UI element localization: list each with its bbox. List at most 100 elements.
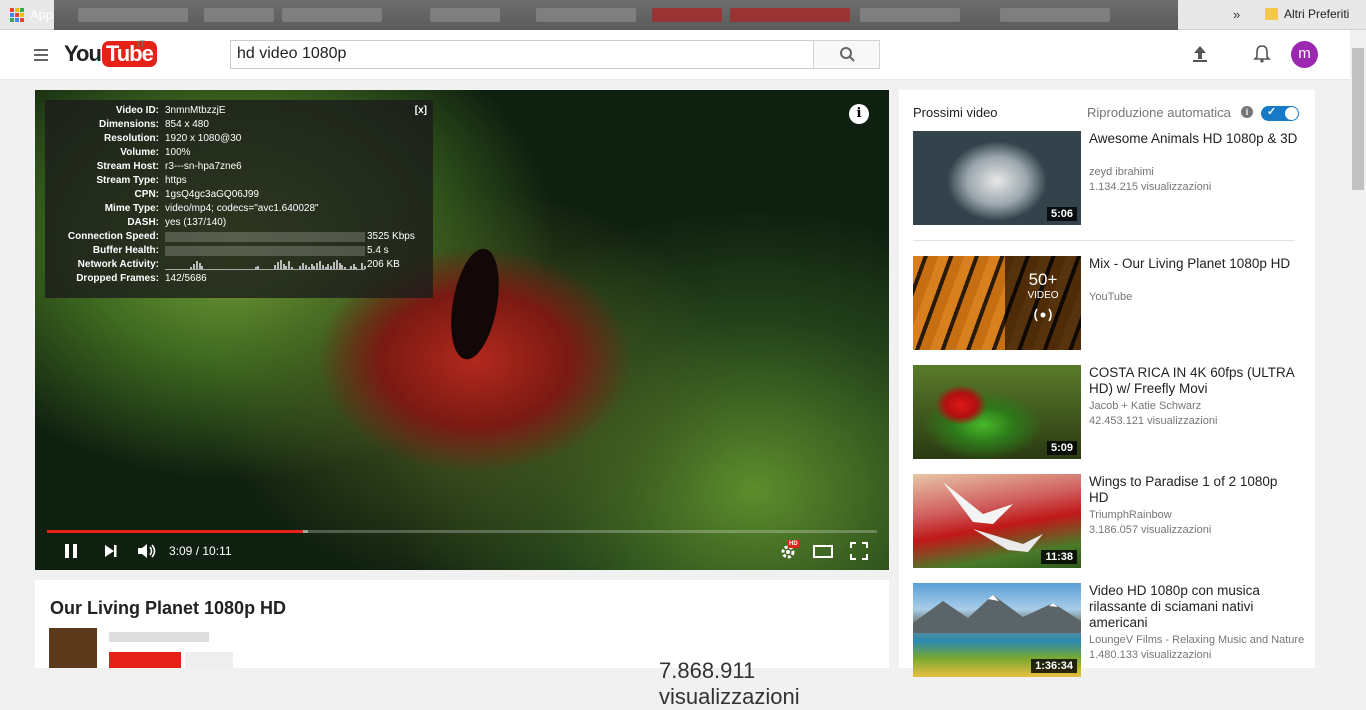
- related-video[interactable]: 5:06 Awesome Animals HD 1080p & 3D zeyd …: [913, 131, 1303, 225]
- search-icon: [840, 47, 855, 62]
- related-title[interactable]: Video HD 1080p con musica rilassante di …: [1089, 583, 1299, 631]
- mix-label: VIDEO: [1027, 290, 1059, 301]
- bookmark-item[interactable]: [730, 8, 850, 22]
- view-count: 7.868.911 visualizzazioni: [659, 658, 800, 709]
- network-activity-value: 206 KB: [367, 259, 400, 270]
- account-avatar[interactable]: m: [1291, 41, 1318, 68]
- upload-icon[interactable]: [1190, 44, 1210, 64]
- bookmark-item[interactable]: [536, 8, 636, 22]
- stat-row: Resolution: 1920 x 1080@30: [45, 132, 433, 146]
- stat-connection-speed: Connection Speed: 3525 Kbps: [67, 231, 415, 242]
- autoplay-toggle[interactable]: ✓: [1261, 106, 1299, 121]
- activity-bar: [313, 266, 316, 269]
- channel-avatar[interactable]: [49, 628, 97, 668]
- info-icon[interactable]: i: [849, 104, 869, 124]
- stat-key: Mime Type:: [104, 203, 159, 214]
- duration-badge: 11:38: [1041, 550, 1077, 564]
- autoplay-label: Riproduzione automatica: [1087, 105, 1231, 120]
- bookmarks-overflow-icon[interactable]: »: [1233, 7, 1240, 22]
- logo-you: You: [64, 41, 102, 66]
- search-button[interactable]: [813, 40, 880, 69]
- subscribe-button[interactable]: [109, 652, 181, 668]
- stat-key: Stream Type:: [96, 175, 159, 186]
- related-channel: TriumphRainbow: [1089, 509, 1172, 521]
- search-input[interactable]: hd video 1080p: [230, 40, 814, 69]
- bookmark-item[interactable]: [204, 8, 274, 22]
- channel-name-blurred[interactable]: [109, 632, 209, 642]
- bookmark-item[interactable]: [430, 8, 500, 22]
- connection-speed-bar: [165, 232, 365, 242]
- related-title[interactable]: Mix - Our Living Planet 1080p HD: [1089, 256, 1299, 272]
- video-thumbnail[interactable]: 50+ VIDEO: [913, 256, 1081, 350]
- other-bookmarks[interactable]: Altri Preferiti: [1265, 7, 1349, 21]
- activity-bar: [361, 263, 363, 269]
- video-player[interactable]: [x] Video ID: 3nmnMtbzzjE Dimensions: 854 x…: [35, 90, 889, 570]
- activity-bar: [279, 260, 282, 269]
- activity-bar: [201, 266, 204, 269]
- activity-bar: [274, 265, 277, 269]
- country-code: IT: [137, 39, 145, 49]
- activity-bar: [341, 265, 344, 269]
- buffer-health-bar: [165, 246, 365, 256]
- related-views: 42.453.121 visualizzazioni: [1089, 415, 1218, 427]
- related-video[interactable]: 5:09 COSTA RICA IN 4K 60fps (ULTRA HD) w…: [913, 365, 1303, 459]
- stat-key: Stream Host:: [96, 161, 159, 172]
- video-thumbnail[interactable]: 1:36:34: [913, 583, 1081, 677]
- activity-bar: [319, 261, 321, 269]
- mix-count: 50+: [1028, 270, 1058, 289]
- stat-row: Mime Type: video/mp4; codecs="avc1.640028…: [45, 202, 433, 216]
- time-display: 3:09 / 10:11: [169, 544, 232, 558]
- stat-row: CPN: 1gsQ4gc3aGQ06J99: [45, 188, 433, 202]
- scrollbar-thumb[interactable]: [1352, 48, 1364, 190]
- related-video[interactable]: 1:36:34 Video HD 1080p con musica rilass…: [913, 583, 1304, 677]
- dropped-frames-value: 142/5686: [165, 273, 207, 284]
- activity-bar: [277, 262, 279, 269]
- autoplay-info-icon[interactable]: i: [1241, 106, 1253, 118]
- bookmark-item[interactable]: [1000, 8, 1110, 22]
- stat-buffer-health: Buffer Health: 5.4 s: [92, 245, 389, 256]
- activity-bar: [338, 263, 341, 269]
- related-sidebar: Prossimi video Riproduzione automatica i…: [899, 90, 1315, 677]
- related-channel: zeyd ibrahimi: [1089, 166, 1154, 178]
- notifications-bell-icon[interactable]: [1252, 44, 1272, 64]
- mix-radio-icon: [1034, 308, 1052, 322]
- next-icon[interactable]: [103, 542, 119, 560]
- related-mix[interactable]: 50+ VIDEO Mix - Our Living Planet 1080p …: [913, 256, 1303, 350]
- hd-badge: HD: [788, 540, 799, 548]
- bookmark-item[interactable]: [652, 8, 722, 22]
- progress-bar[interactable]: [47, 530, 877, 533]
- pause-icon[interactable]: [63, 542, 79, 560]
- activity-bar: [282, 264, 285, 269]
- settings-button[interactable]: HD: [779, 540, 799, 565]
- related-video[interactable]: 11:38 Wings to Paradise 1 of 2 1080p HD …: [913, 474, 1303, 568]
- stat-row: Stream Type: https: [45, 174, 433, 188]
- related-title[interactable]: Wings to Paradise 1 of 2 1080p HD: [1089, 474, 1299, 506]
- activity-bar: [285, 266, 288, 269]
- video-thumbnail[interactable]: 5:06: [913, 131, 1081, 225]
- video-thumbnail[interactable]: 5:09: [913, 365, 1081, 459]
- stats-close-button[interactable]: [x]: [415, 105, 427, 116]
- blurred-bookmarks: [54, 0, 1178, 30]
- activity-bar: [302, 263, 305, 269]
- bookmark-item[interactable]: [860, 8, 960, 22]
- stat-value: 3nmnMtbzzjE: [165, 105, 226, 116]
- bookmark-item[interactable]: [78, 8, 188, 22]
- activity-bar: [257, 266, 260, 269]
- activity-bar: [333, 262, 335, 269]
- activity-bar: [324, 267, 327, 269]
- related-title[interactable]: Awesome Animals HD 1080p & 3D: [1089, 131, 1299, 147]
- activity-bar: [321, 265, 324, 269]
- volume-icon[interactable]: [136, 542, 158, 560]
- activity-bar: [363, 266, 366, 269]
- theater-mode-icon[interactable]: [813, 542, 833, 560]
- related-title[interactable]: COSTA RICA IN 4K 60fps (ULTRA HD) w/ Fre…: [1089, 365, 1299, 397]
- duration-badge: 1:36:34: [1031, 659, 1077, 673]
- activity-bar: [193, 264, 195, 269]
- fullscreen-icon[interactable]: [850, 542, 868, 560]
- activity-bar: [299, 266, 302, 269]
- menu-icon[interactable]: [34, 49, 48, 64]
- activity-bar: [190, 267, 193, 269]
- video-thumbnail[interactable]: 11:38: [913, 474, 1081, 568]
- apps-shortcut[interactable]: App: [10, 7, 53, 22]
- bookmark-item[interactable]: [282, 8, 382, 22]
